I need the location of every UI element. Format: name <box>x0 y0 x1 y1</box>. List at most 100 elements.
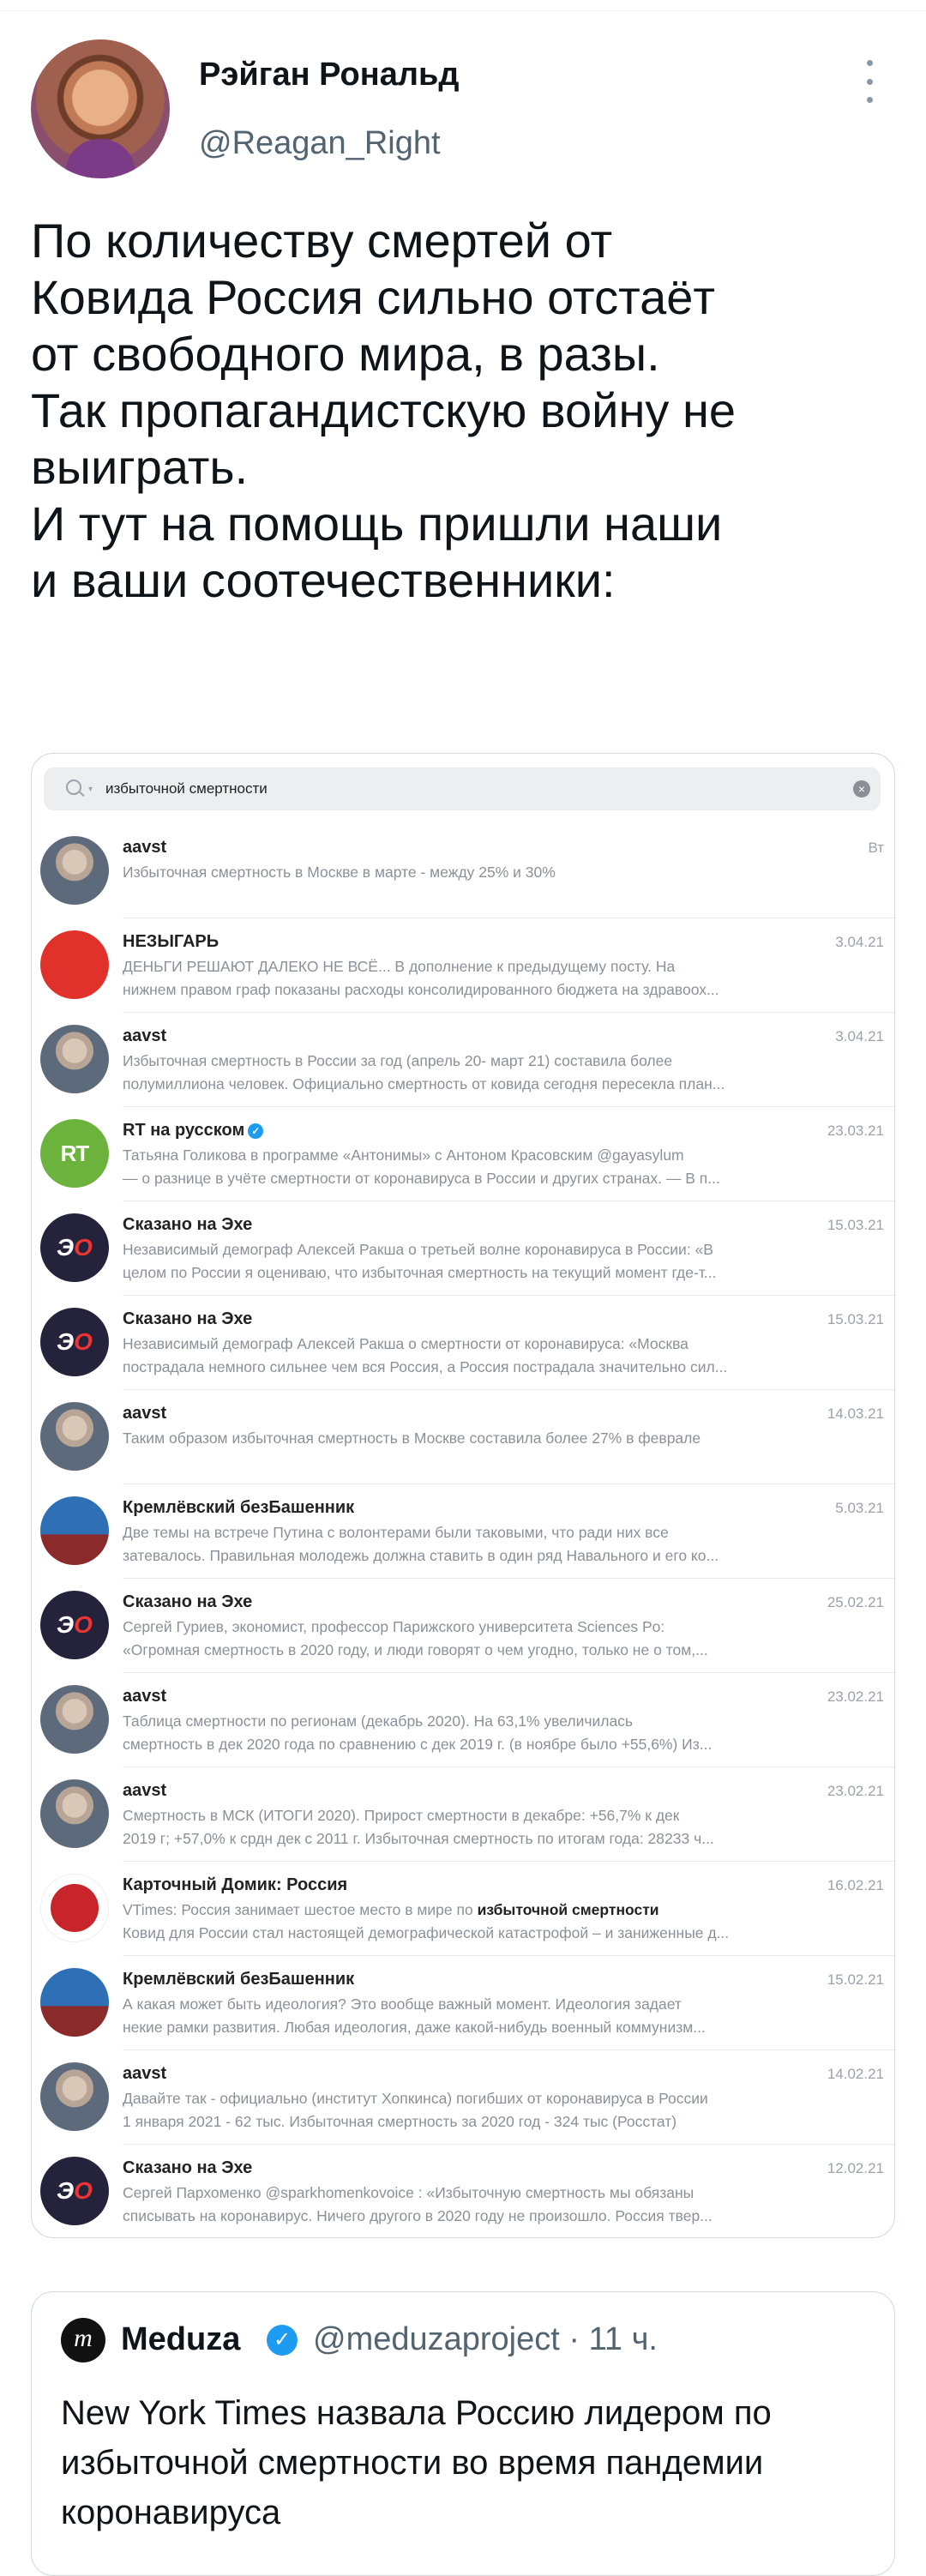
tweet-line: выиграть. <box>31 440 249 494</box>
search-result-row: aavst 14.03.21 Таким образом избыточная см… <box>32 1390 894 1484</box>
search-result-row: aavst 23.02.21 Смертность в МСК (ИТОГИ 202… <box>32 1767 894 1862</box>
snippet-highlight: избыточной смертности <box>477 1901 659 1918</box>
result-snippet-line: смертность в дек 2020 года по сравнению … <box>123 1736 713 1753</box>
result-snippet-line: А какая может быть идеология? Это вообще… <box>123 1995 682 2013</box>
verified-icon: ✓ <box>267 2325 298 2356</box>
channel-avatar: ЭО <box>40 1308 109 1376</box>
result-snippet-line: Независимый демограф Алексей Ракша о тре… <box>123 1241 713 1258</box>
quoted-author-name: Meduza <box>121 2321 241 2357</box>
result-date: 5.03.21 <box>835 1500 884 1516</box>
author-avatar[interactable] <box>31 39 170 178</box>
result-snippet-line: «Огромная смертность в 2020 году, и люди… <box>123 1641 708 1658</box>
result-snippet-line: Татьяна Голикова в программе «Антонимы» … <box>123 1147 684 1164</box>
result-snippet-line: затевалось. Правильная молодежь должна с… <box>123 1547 719 1564</box>
channel-name: aavst <box>123 1687 167 1706</box>
tweet-text: По количеству смертей от Ковида Россия с… <box>31 213 897 609</box>
channel-avatar <box>40 1685 109 1754</box>
result-snippet-line: Таблица смертности по регионам (декабрь … <box>123 1712 634 1730</box>
result-date: 15.02.21 <box>827 1971 884 1988</box>
channel-avatar <box>40 1025 109 1093</box>
quoted-tweet[interactable]: m Meduza ✓ @meduzaproject · 11 ч. New Yo… <box>31 2291 895 2576</box>
channel-name: Сказано на Эхе <box>123 2158 253 2177</box>
tweet-line: По количеству смертей от <box>31 214 613 268</box>
tweet-line: и ваши соотечественники: <box>31 553 616 607</box>
search-result-row: aavst 14.02.21 Давайте так - официально (и… <box>32 2050 894 2145</box>
result-snippet-line: нижнем правом граф показаны расходы конс… <box>123 981 719 998</box>
tweet-line: Ковида Россия сильно отстаёт <box>31 270 716 324</box>
result-date: 23.03.21 <box>827 1122 884 1139</box>
search-result-row: ЭО Сказано на Эхе 15.03.21 Независимый демо… <box>32 1296 894 1390</box>
channel-name: Сказано на Эхе <box>123 1309 253 1328</box>
more-options-icon[interactable] <box>861 60 878 103</box>
channel-avatar <box>40 930 109 999</box>
channel-name: Сказано на Эхе <box>123 1592 253 1611</box>
channel-name: aavst <box>123 1026 167 1045</box>
result-date: 12.02.21 <box>827 2160 884 2176</box>
attached-screenshot[interactable]: ▾ избыточной смертности × aavst Вт Избыточ… <box>31 753 895 2238</box>
result-date: 25.02.21 <box>827 1594 884 1610</box>
search-result-row: aavst 23.02.21 Таблица смертности по регио… <box>32 1673 894 1767</box>
channel-avatar: ЭО <box>40 1591 109 1659</box>
quoted-author-meta: @meduzaproject · 11 ч. <box>313 2321 658 2357</box>
search-result-row: aavst 3.04.21 Избыточная смертность в Росс… <box>32 1013 894 1107</box>
search-bar: ▾ избыточной смертности × <box>44 767 881 810</box>
result-snippet-line: целом по России я оцениваю, что избыточн… <box>123 1264 717 1281</box>
result-snippet-line: Сергей Гуриев, экономист, профессор Пари… <box>123 1618 665 1635</box>
channel-avatar <box>40 1874 109 1942</box>
result-snippet-line: Смертность в МСК (ИТОГИ 2020). Прирост с… <box>123 1807 680 1824</box>
meduza-logo-icon: m <box>61 2318 105 2362</box>
channel-avatar <box>40 836 109 905</box>
result-snippet-line: полумиллиона человек. Официально смертно… <box>123 1075 725 1092</box>
result-date: 23.02.21 <box>827 1783 884 1799</box>
channel-name: aavst <box>123 1404 167 1423</box>
result-snippet-line: Две темы на встрече Путина с волонтерами… <box>123 1524 669 1541</box>
channel-name: aavst <box>123 2064 167 2083</box>
result-snippet-line: Независимый демограф Алексей Ракша о сме… <box>123 1335 688 1352</box>
result-snippet-line: Давайте так - официально (институт Хопки… <box>123 2090 708 2107</box>
search-query: избыточной смертности <box>105 780 268 797</box>
channel-avatar: ЭО <box>40 1213 109 1282</box>
result-date: 15.03.21 <box>827 1217 884 1233</box>
channel-name: Кремлёвский безБашенник <box>123 1498 355 1517</box>
channel-avatar: RT <box>40 1119 109 1188</box>
search-result-row: ЭО Сказано на Эхе 12.02.21 Сергей Пархоменк… <box>32 2145 894 2237</box>
result-snippet-line: пострадала немного сильнее чем вся Росси… <box>123 1358 728 1375</box>
search-results-list: aavst Вт Избыточная смертность в Москве в … <box>32 824 894 2237</box>
channel-name: Кремлёвский безБашенник <box>123 1970 355 1989</box>
author-handle[interactable]: @Reagan_Right <box>199 125 441 162</box>
channel-avatar <box>40 1402 109 1471</box>
result-snippet-line: Таким образом избыточная смертность в Мо… <box>123 1429 701 1447</box>
result-snippet-line: ДЕНЬГИ РЕШАЮТ ДАЛЕКО НЕ ВСЁ... В дополне… <box>123 958 676 975</box>
result-date: 23.02.21 <box>827 1688 884 1705</box>
snippet-text: VTimes: Россия занимает шестое место в м… <box>123 1901 478 1918</box>
result-snippet-line: Ковид для России стал настоящей демограф… <box>123 1924 730 1941</box>
chevron-down-icon: ▾ <box>88 785 93 794</box>
result-snippet-line: VTimes: Россия занимает шестое место в м… <box>123 1901 860 1919</box>
result-snippet-line: списывать на коронавирус. Ничего другого… <box>123 2207 713 2224</box>
result-snippet-line: Сергей Пархоменко @sparkhomenkovoice : «… <box>123 2184 694 2201</box>
search-result-row: Кремлёвский безБашенник 15.02.21 А какая м… <box>32 1956 894 2050</box>
channel-name: aavst <box>123 1781 167 1800</box>
top-divider <box>0 10 926 11</box>
result-snippet-line: 2019 г; +57,0% к срдн дек с 2011 г. Избы… <box>123 1830 714 1847</box>
result-date: 3.04.21 <box>835 934 884 950</box>
verified-icon: ✓ <box>248 1122 264 1139</box>
result-snippet-line: некие рамки развития. Любая идеология, д… <box>123 2019 706 2036</box>
channel-avatar <box>40 1968 109 2037</box>
search-result-row: Карточный Домик: Россия 16.02.21 VTimes: Р… <box>32 1862 894 1956</box>
channel-name: НЕЗЫГАРЬ <box>123 932 219 951</box>
author-name[interactable]: Рэйган Рональд <box>199 57 459 93</box>
channel-name: RT на русском ✓ <box>123 1121 264 1141</box>
result-snippet-line: Избыточная смертность в Москве в марте -… <box>123 864 556 881</box>
channel-avatar: ЭО <box>40 2157 109 2225</box>
search-result-row: ЭО Сказано на Эхе 15.03.21 Независимый демо… <box>32 1201 894 1296</box>
quoted-tweet-text: New York Times назвала Россию лидером по… <box>61 2394 772 2531</box>
result-date: 3.04.21 <box>835 1028 884 1044</box>
result-date: 16.02.21 <box>827 1877 884 1893</box>
result-date: Вт <box>868 840 884 856</box>
result-snippet-line: 1 января 2021 - 62 тыс. Избыточная смерт… <box>123 2113 677 2130</box>
search-result-row: ЭО Сказано на Эхе 25.02.21 Сергей Гуриев, э… <box>32 1579 894 1673</box>
search-result-row: RT RT на русском ✓ 23.03.21 Татьяна Голикова… <box>32 1107 894 1201</box>
result-date: 14.02.21 <box>827 2066 884 2082</box>
channel-avatar <box>40 1496 109 1565</box>
